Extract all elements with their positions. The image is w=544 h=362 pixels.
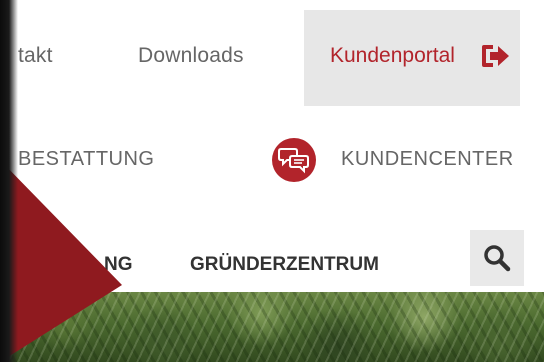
search-button[interactable] [470, 230, 524, 286]
service-row: BESTATTUNG KUNDENCENTER [0, 110, 544, 210]
hero-image [0, 292, 544, 362]
kundenportal-button[interactable]: Kundenportal [304, 10, 520, 106]
kundenportal-label: Kundenportal [330, 44, 455, 67]
nav-link-downloads[interactable]: Downloads [138, 44, 244, 68]
nav-link-bestattung[interactable]: BESTATTUNG [18, 148, 154, 171]
exit-icon [482, 45, 509, 67]
window-edge [0, 0, 18, 362]
nav-link-kundencenter[interactable]: KUNDENCENTER [341, 148, 514, 171]
nav-link-partial[interactable]: NG [104, 254, 133, 276]
chat-bubbles-icon[interactable] [271, 137, 317, 183]
search-icon [484, 245, 511, 272]
nav-link-gruenderzentrum[interactable]: GRÜNDERZENTRUM [190, 254, 379, 276]
utility-nav: takt Downloads Kundenportal [0, 0, 544, 108]
main-nav: NG GRÜNDERZENTRUM [0, 220, 544, 292]
nav-link-kontakt[interactable]: takt [18, 44, 53, 68]
page: takt Downloads Kundenportal BESTATTUNG K… [0, 0, 544, 362]
